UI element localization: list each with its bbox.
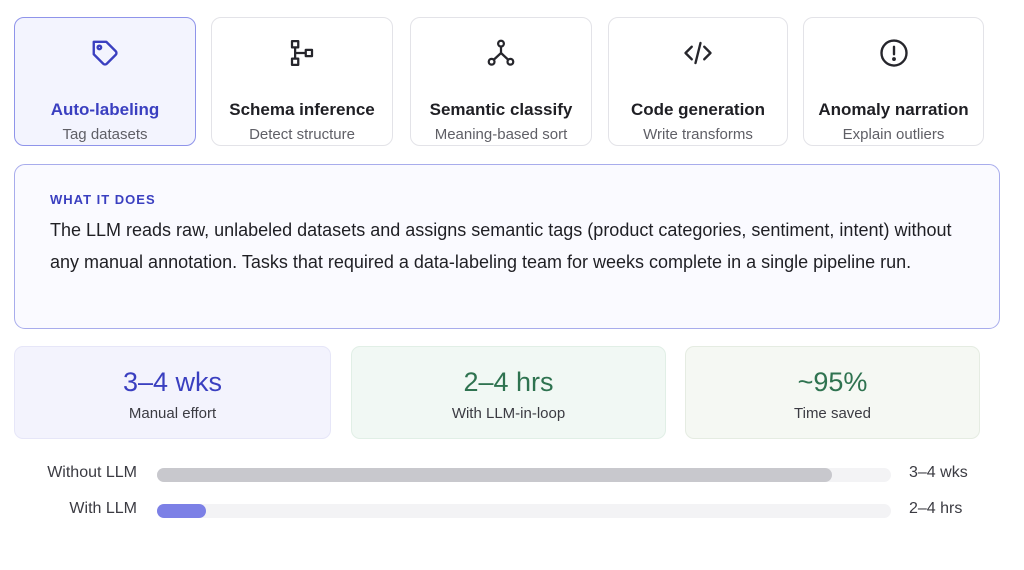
metric-time-saved: ~95% Time saved (685, 346, 980, 439)
card-subtitle: Meaning-based sort (434, 126, 568, 143)
metric-llm-in-loop: 2–4 hrs With LLM-in-loop (351, 346, 666, 439)
comparison-label: With LLM (69, 500, 137, 517)
card-anomaly-narration[interactable]: Anomaly narration Explain outliers (803, 17, 984, 146)
comparison-row-without-llm: Without LLM 3–4 wks (0, 458, 1024, 488)
alert-circle-icon (879, 38, 909, 68)
comparison-track (157, 468, 891, 482)
comparison-row-with-llm: With LLM 2–4 hrs (0, 494, 1024, 524)
what-it-does-panel: WHAT IT DOES The LLM reads raw, unlabele… (14, 164, 1000, 329)
section-label: WHAT IT DOES (50, 192, 156, 207)
card-title: Anomaly narration (818, 100, 969, 119)
metric-value: 2–4 hrs (463, 367, 554, 397)
comparison-fill (157, 468, 833, 482)
comparison-fill (157, 504, 207, 518)
metric-label: Manual effort (128, 405, 217, 422)
card-semantic-classify[interactable]: Semantic classify Meaning-based sort (410, 17, 592, 146)
comparison-track (157, 504, 891, 518)
metric-manual-effort: 3–4 wks Manual effort (14, 346, 331, 439)
section-description: The LLM reads raw, unlabeled datasets an… (50, 220, 952, 272)
comparison-value: 2–4 hrs (909, 500, 963, 517)
card-title: Semantic classify (429, 100, 573, 119)
card-subtitle: Tag datasets (62, 126, 148, 143)
tag-icon (90, 38, 120, 68)
card-title: Auto-labeling (50, 100, 160, 119)
comparison-value: 3–4 wks (909, 464, 968, 481)
metric-value: 3–4 wks (122, 367, 223, 397)
feature-cards: Auto-labeling Tag datasets Schema infere… (14, 17, 984, 146)
branch-icon (486, 38, 516, 68)
card-title: Schema inference (229, 100, 375, 119)
card-code-generation[interactable]: Code generation Write transforms (608, 17, 788, 146)
card-subtitle: Detect structure (249, 126, 355, 143)
comparison-label: Without LLM (47, 464, 137, 481)
card-schema-inference[interactable]: Schema inference Detect structure (211, 17, 393, 146)
card-title: Code generation (630, 100, 766, 119)
metric-value: ~95% (797, 367, 868, 397)
code-icon (683, 38, 713, 68)
metric-label: With LLM-in-loop (451, 405, 566, 422)
comparison-bars: Without LLM 3–4 wks With LLM 2–4 hrs (0, 455, 1024, 525)
card-subtitle: Write transforms (643, 126, 753, 143)
metric-label: Time saved (794, 405, 871, 422)
card-auto-labeling[interactable]: Auto-labeling Tag datasets (14, 17, 196, 146)
card-subtitle: Explain outliers (842, 126, 945, 143)
hierarchy-icon (287, 38, 317, 68)
